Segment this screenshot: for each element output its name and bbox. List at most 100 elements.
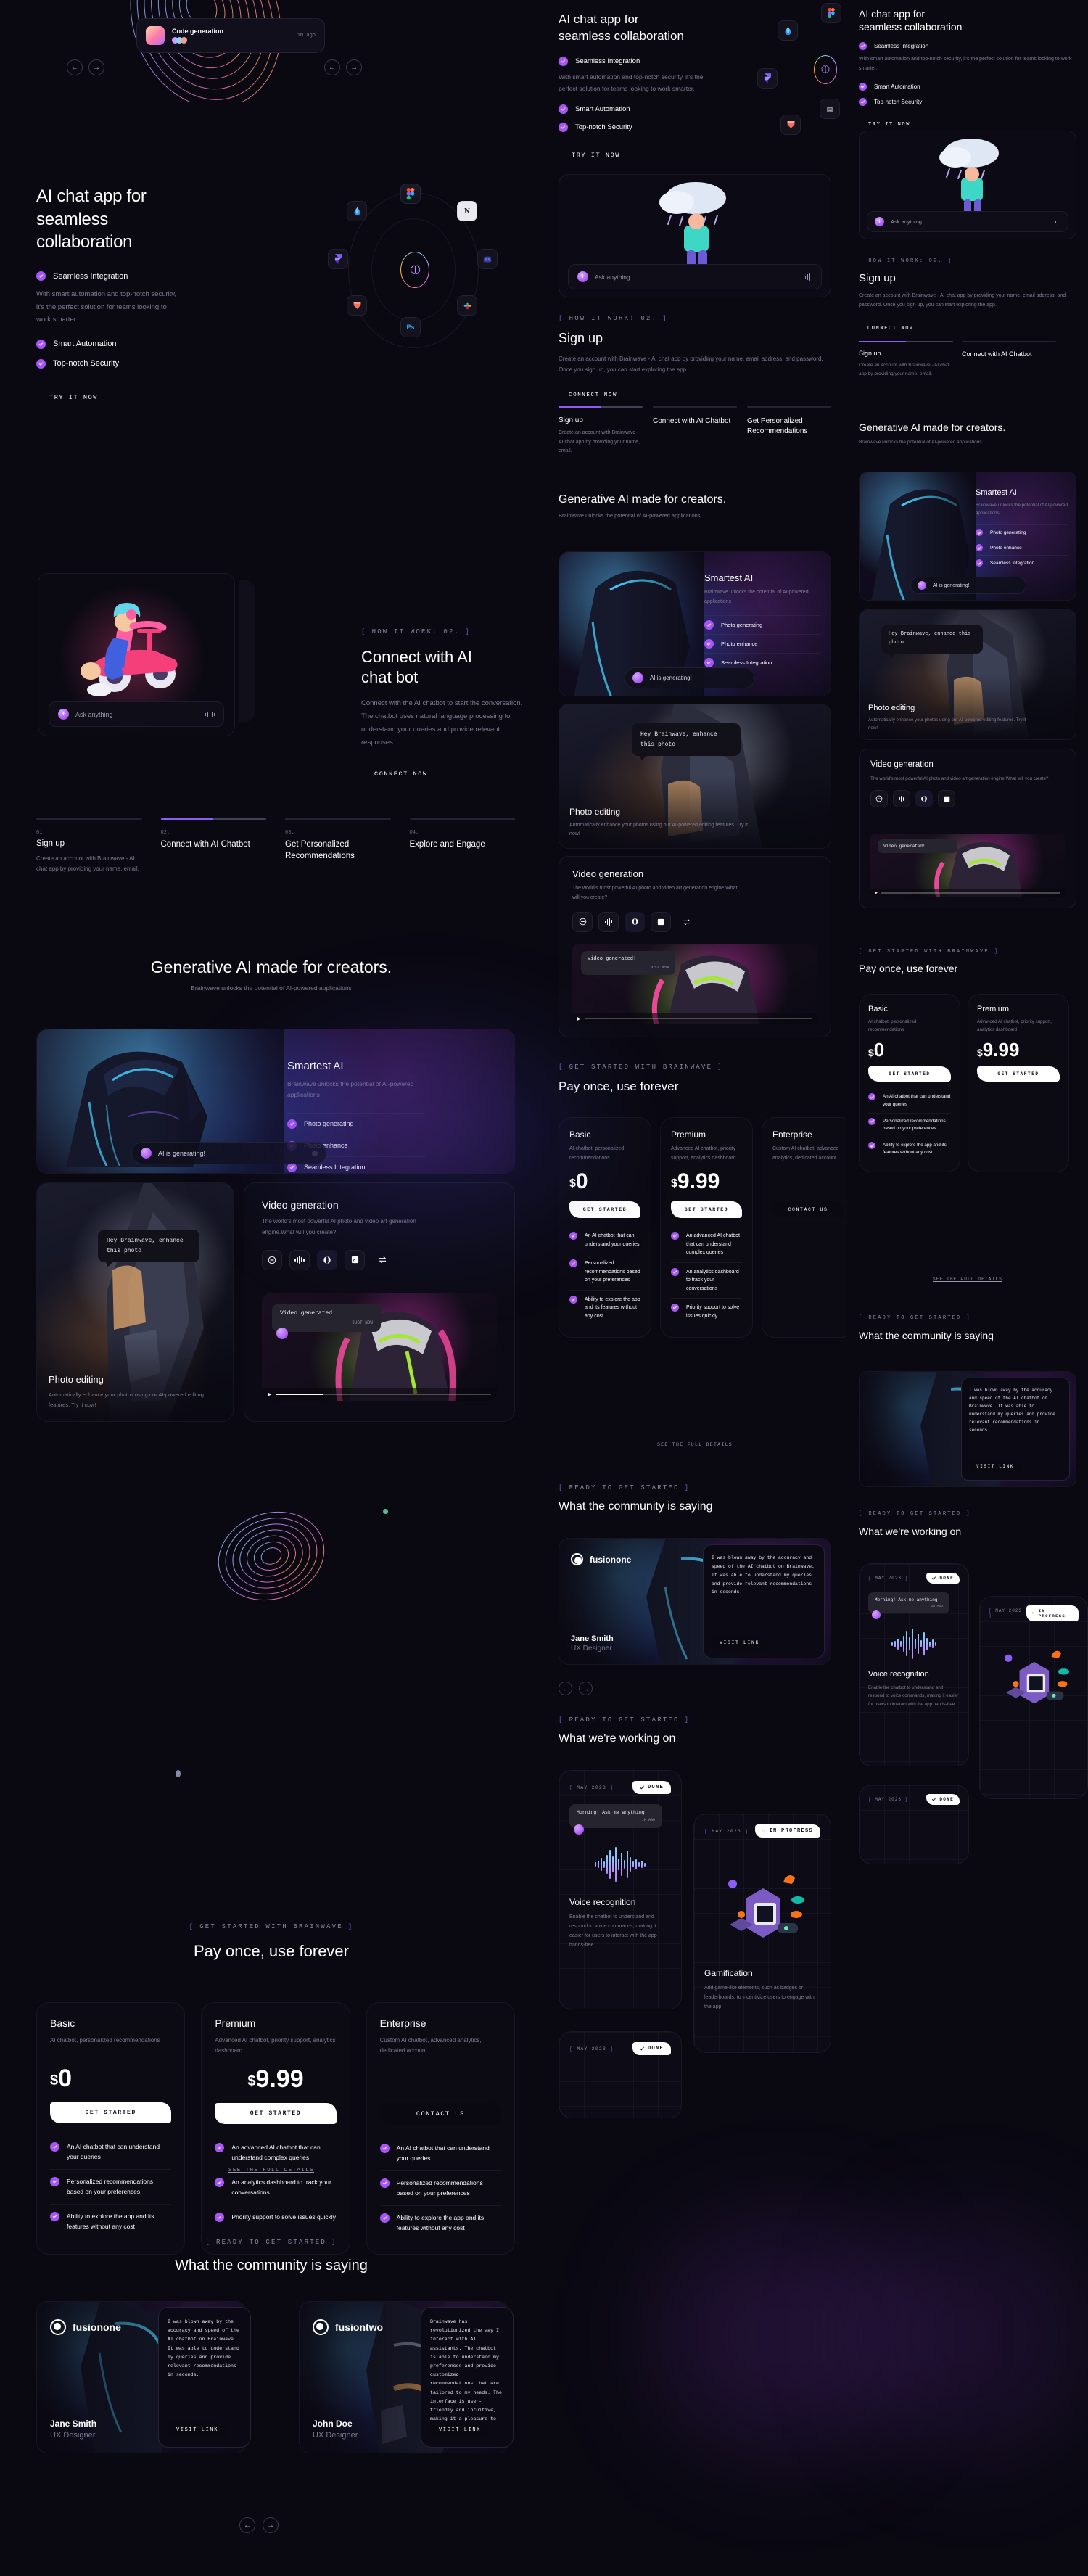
plan-cta-button[interactable]: GET STARTED — [50, 2102, 172, 2123]
hero-feature-item[interactable]: Seamless Integration — [559, 56, 831, 66]
notion-icon[interactable]: ▤ — [820, 99, 840, 119]
voice-ball-icon[interactable] — [262, 1249, 282, 1270]
ask-anything-input[interactable]: + Ask anything — [867, 211, 1068, 232]
voice-ball-icon[interactable] — [870, 790, 888, 808]
section-label: [READY TO GET STARTED] — [559, 1484, 691, 1491]
section-title: Generative AI made for creators. — [150, 958, 392, 976]
next-arrow-icon[interactable]: → — [263, 2517, 279, 2533]
hero-feature-item[interactable]: Smart Automation — [36, 339, 268, 349]
see-full-details-link[interactable]: SEE THE FULL DETAILS — [0, 2168, 543, 2173]
plan-cta-button[interactable]: CONTACT US — [379, 2102, 503, 2126]
plan-cta-button[interactable]: GET STARTED — [977, 1066, 1060, 1082]
audio-wave-icon[interactable] — [598, 911, 619, 932]
code-generation-notification[interactable]: Code generation 1m ago — [136, 18, 325, 53]
document-icon[interactable] — [938, 790, 955, 808]
photoshop-icon[interactable]: Ps — [400, 317, 421, 337]
ai-generating-bar[interactable]: AI is generating! — [625, 667, 755, 688]
ai-generating-bar[interactable]: AI is generating! — [131, 1142, 327, 1164]
see-full-details-link[interactable]: SEE THE FULL DETAILS — [847, 1277, 1088, 1282]
step-item[interactable]: Sign up Create an account with Brainwave… — [559, 406, 643, 456]
status-badge: DONE — [926, 1573, 960, 1584]
prev-arrow-icon[interactable]: ← — [67, 59, 83, 75]
raindrop-icon[interactable] — [778, 20, 798, 41]
notion-icon[interactable]: N — [457, 201, 477, 221]
plan-cta-button[interactable]: GET STARTED — [215, 2102, 337, 2124]
document-icon[interactable] — [345, 1249, 365, 1270]
step-item[interactable]: 03. Get Personalized Recommendations — [285, 818, 391, 875]
figma-icon[interactable] — [821, 3, 841, 23]
step-item[interactable]: Connect with AI Chatbot — [653, 406, 737, 456]
testimonial-logo-label: fusiontwo — [335, 2321, 384, 2333]
audio-wave-icon[interactable] — [289, 1249, 310, 1270]
visit-link-button[interactable]: VISIT LINK — [968, 1460, 1023, 1473]
play-icon[interactable]: ▶ — [268, 1391, 271, 1397]
framer-icon[interactable] — [757, 68, 778, 89]
hero-feature-item[interactable]: Smart Automation — [559, 104, 831, 115]
discord-icon[interactable] — [477, 249, 498, 269]
protopie-icon[interactable] — [347, 295, 367, 316]
next-arrow-icon[interactable]: → — [579, 1682, 593, 1695]
figma-icon[interactable] — [400, 184, 421, 204]
step-label: Sign up — [859, 350, 881, 357]
smartest-feature-item[interactable]: Photo generating — [287, 1114, 425, 1135]
transfer-icon[interactable] — [677, 912, 697, 932]
audio-wave-icon[interactable] — [893, 790, 910, 808]
plan-cta-button[interactable]: GET STARTED — [671, 1201, 742, 1218]
fusion-logo-icon — [50, 2319, 66, 2335]
visit-link-button[interactable]: VISIT LINK — [429, 2421, 491, 2439]
hero-feature-item[interactable]: Top-notch Security — [36, 358, 268, 369]
connect-now-button[interactable]: CONNECT NOW — [557, 386, 629, 406]
step-item[interactable]: Connect with AI Chatbot — [962, 341, 1056, 378]
voice-ball-icon[interactable] — [572, 911, 593, 932]
next-arrow-icon[interactable]: → — [88, 59, 104, 75]
step-item[interactable]: 04. Explore and Engage — [409, 818, 515, 875]
plan-cta-button[interactable]: CONTACT US — [772, 1201, 844, 1219]
video-preview[interactable]: Video generated! ▶ — [870, 834, 1065, 897]
raindrop-icon[interactable] — [347, 201, 367, 221]
plus-icon: + — [875, 217, 884, 226]
hero-feature-item[interactable]: Smart Automation — [859, 83, 1076, 91]
transfer-icon[interactable] — [372, 1250, 392, 1270]
hero-feature-item[interactable]: Seamless Integration — [36, 271, 268, 281]
step-item[interactable]: Sign up Create an account with Brainwave… — [859, 341, 953, 378]
sphere-icon[interactable] — [915, 790, 933, 808]
connect-now-button[interactable]: CONNECT NOW — [858, 319, 923, 337]
framer-icon[interactable] — [328, 249, 348, 269]
protopie-icon[interactable] — [780, 115, 801, 135]
prev-arrow-icon[interactable]: ← — [324, 59, 340, 75]
prev-arrow-icon[interactable]: ← — [559, 1682, 572, 1695]
plan-cta-button[interactable]: GET STARTED — [569, 1201, 640, 1218]
sphere-icon[interactable] — [317, 1249, 337, 1270]
ask-anything-input[interactable]: + Ask anything — [49, 701, 224, 727]
step-item[interactable]: 02. Connect with AI Chatbot — [160, 818, 266, 875]
see-full-details-link[interactable]: SEE THE FULL DETAILS — [543, 1442, 847, 1447]
step-item[interactable]: Get Personalized Recommendations — [747, 406, 831, 456]
prev-arrow-icon[interactable]: ← — [239, 2517, 255, 2533]
plan-feature-label: Personalized recommendations based on yo… — [585, 1261, 640, 1283]
sphere-icon[interactable] — [625, 911, 645, 932]
visit-link-button[interactable]: VISIT LINK — [166, 2421, 228, 2439]
visit-link-button[interactable]: VISIT LINK — [710, 1635, 769, 1650]
audio-wave-icon[interactable] — [205, 710, 215, 718]
hero-feature-item[interactable]: Seamless Integration — [859, 42, 1076, 51]
play-icon[interactable]: ▶ — [577, 1016, 581, 1021]
hero-feature-item[interactable]: Top-notch Security — [859, 98, 1076, 107]
video-preview[interactable]: Video generated! JUST NOW ▶ — [572, 944, 817, 1024]
ask-anything-input[interactable]: + Ask anything — [568, 264, 822, 289]
plus-icon: + — [58, 709, 69, 720]
next-arrow-icon[interactable]: → — [346, 59, 362, 75]
ai-generating-bar[interactable]: AI is generating! — [910, 577, 1026, 594]
try-it-now-button[interactable]: TRY IT NOW — [557, 144, 635, 167]
video-controls[interactable]: ▶ — [262, 1388, 497, 1401]
audio-wave-icon[interactable] — [804, 273, 812, 281]
play-icon[interactable]: ▶ — [875, 891, 878, 895]
plan-cta-button[interactable]: GET STARTED — [868, 1066, 951, 1082]
card-description: The world's most powerful AI photo and v… — [572, 886, 738, 900]
connect-now-button[interactable]: CONNECT NOW — [360, 763, 442, 786]
document-icon[interactable] — [651, 911, 671, 932]
try-it-now-button[interactable]: TRY IT NOW — [35, 386, 112, 408]
slack-icon[interactable] — [457, 295, 477, 316]
step-item[interactable]: 01. Sign up Create an account with Brain… — [36, 818, 142, 875]
audio-wave-icon[interactable] — [1055, 218, 1060, 226]
video-preview[interactable]: Video generated! JUST NOW ▶ — [262, 1293, 497, 1401]
